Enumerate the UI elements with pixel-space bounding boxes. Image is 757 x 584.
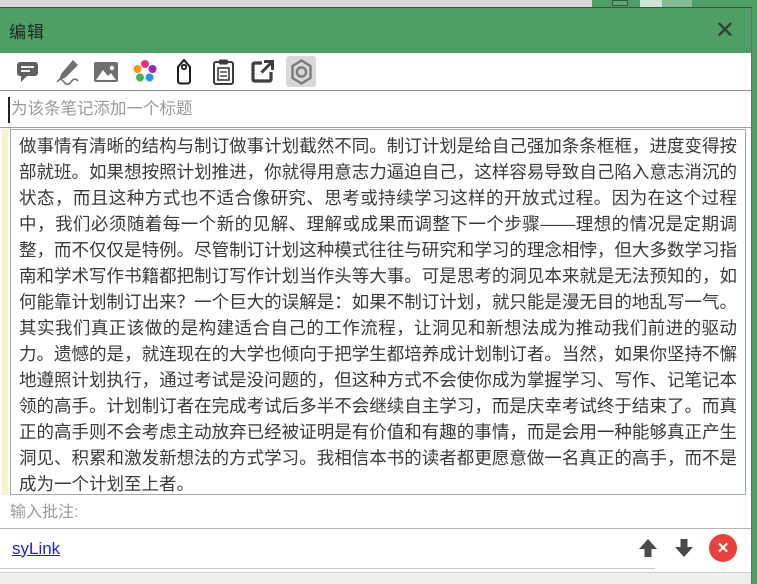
export-icon [251,59,274,83]
note-link[interactable]: syLink [12,539,60,559]
tag-icon [177,57,191,84]
background-app-toolbar-fragment-light [640,0,662,7]
clipboard-button[interactable] [208,56,238,87]
link-row: syLink ✕ [0,529,751,568]
background-app-right-strip [752,0,757,584]
bottom-separator [0,568,655,569]
annotation-input[interactable] [0,497,751,528]
color-palette-button[interactable] [130,56,160,87]
comment-icon [17,61,38,82]
nut-settings-button[interactable] [286,56,316,87]
export-button[interactable] [247,56,277,87]
delete-link-button[interactable]: ✕ [709,534,737,562]
close-icon[interactable]: ✕ [715,18,735,43]
image-icon [94,61,118,82]
move-down-button[interactable] [673,537,695,559]
comment-button[interactable] [13,56,43,87]
background-app-toolbar-fragment-mid [662,0,692,7]
highlight-color-strip [2,129,8,495]
arrow-up-icon [639,539,657,557]
pen-icon [55,60,79,85]
dialog-title: 编辑 [9,23,45,42]
background-app-button-fragment [612,0,628,6]
text-caret [8,97,10,123]
screen: 编辑 ✕ 为该条笔记添加一个标题 做事情有清晰的结构与制订做事计划截然不同。制订… [0,0,757,584]
insert-image-button[interactable] [91,56,121,87]
note-title-input[interactable] [0,92,751,127]
edit-note-dialog: 编辑 ✕ 为该条笔记添加一个标题 做事情有清晰的结构与制订做事计划截然不同。制订… [0,7,752,584]
tag-button[interactable] [169,56,199,87]
nut-icon [290,58,312,85]
note-title-row [0,92,751,128]
note-toolbar [0,53,751,91]
palette-icon [133,59,157,81]
link-controls: ✕ [637,534,737,562]
dialog-titlebar: 编辑 ✕ [0,8,751,53]
clipboard-icon [212,59,234,85]
handwriting-button[interactable] [52,56,82,87]
move-up-button[interactable] [637,537,659,559]
delete-x-icon: ✕ [716,539,730,557]
dialog-footer-strip [0,572,751,584]
annotation-row [0,497,751,529]
note-content-textarea[interactable]: 做事情有清晰的结构与制订做事计划截然不同。制订计划是给自己强加条条框框，进度变得… [10,129,746,495]
arrow-down-icon [675,539,693,557]
